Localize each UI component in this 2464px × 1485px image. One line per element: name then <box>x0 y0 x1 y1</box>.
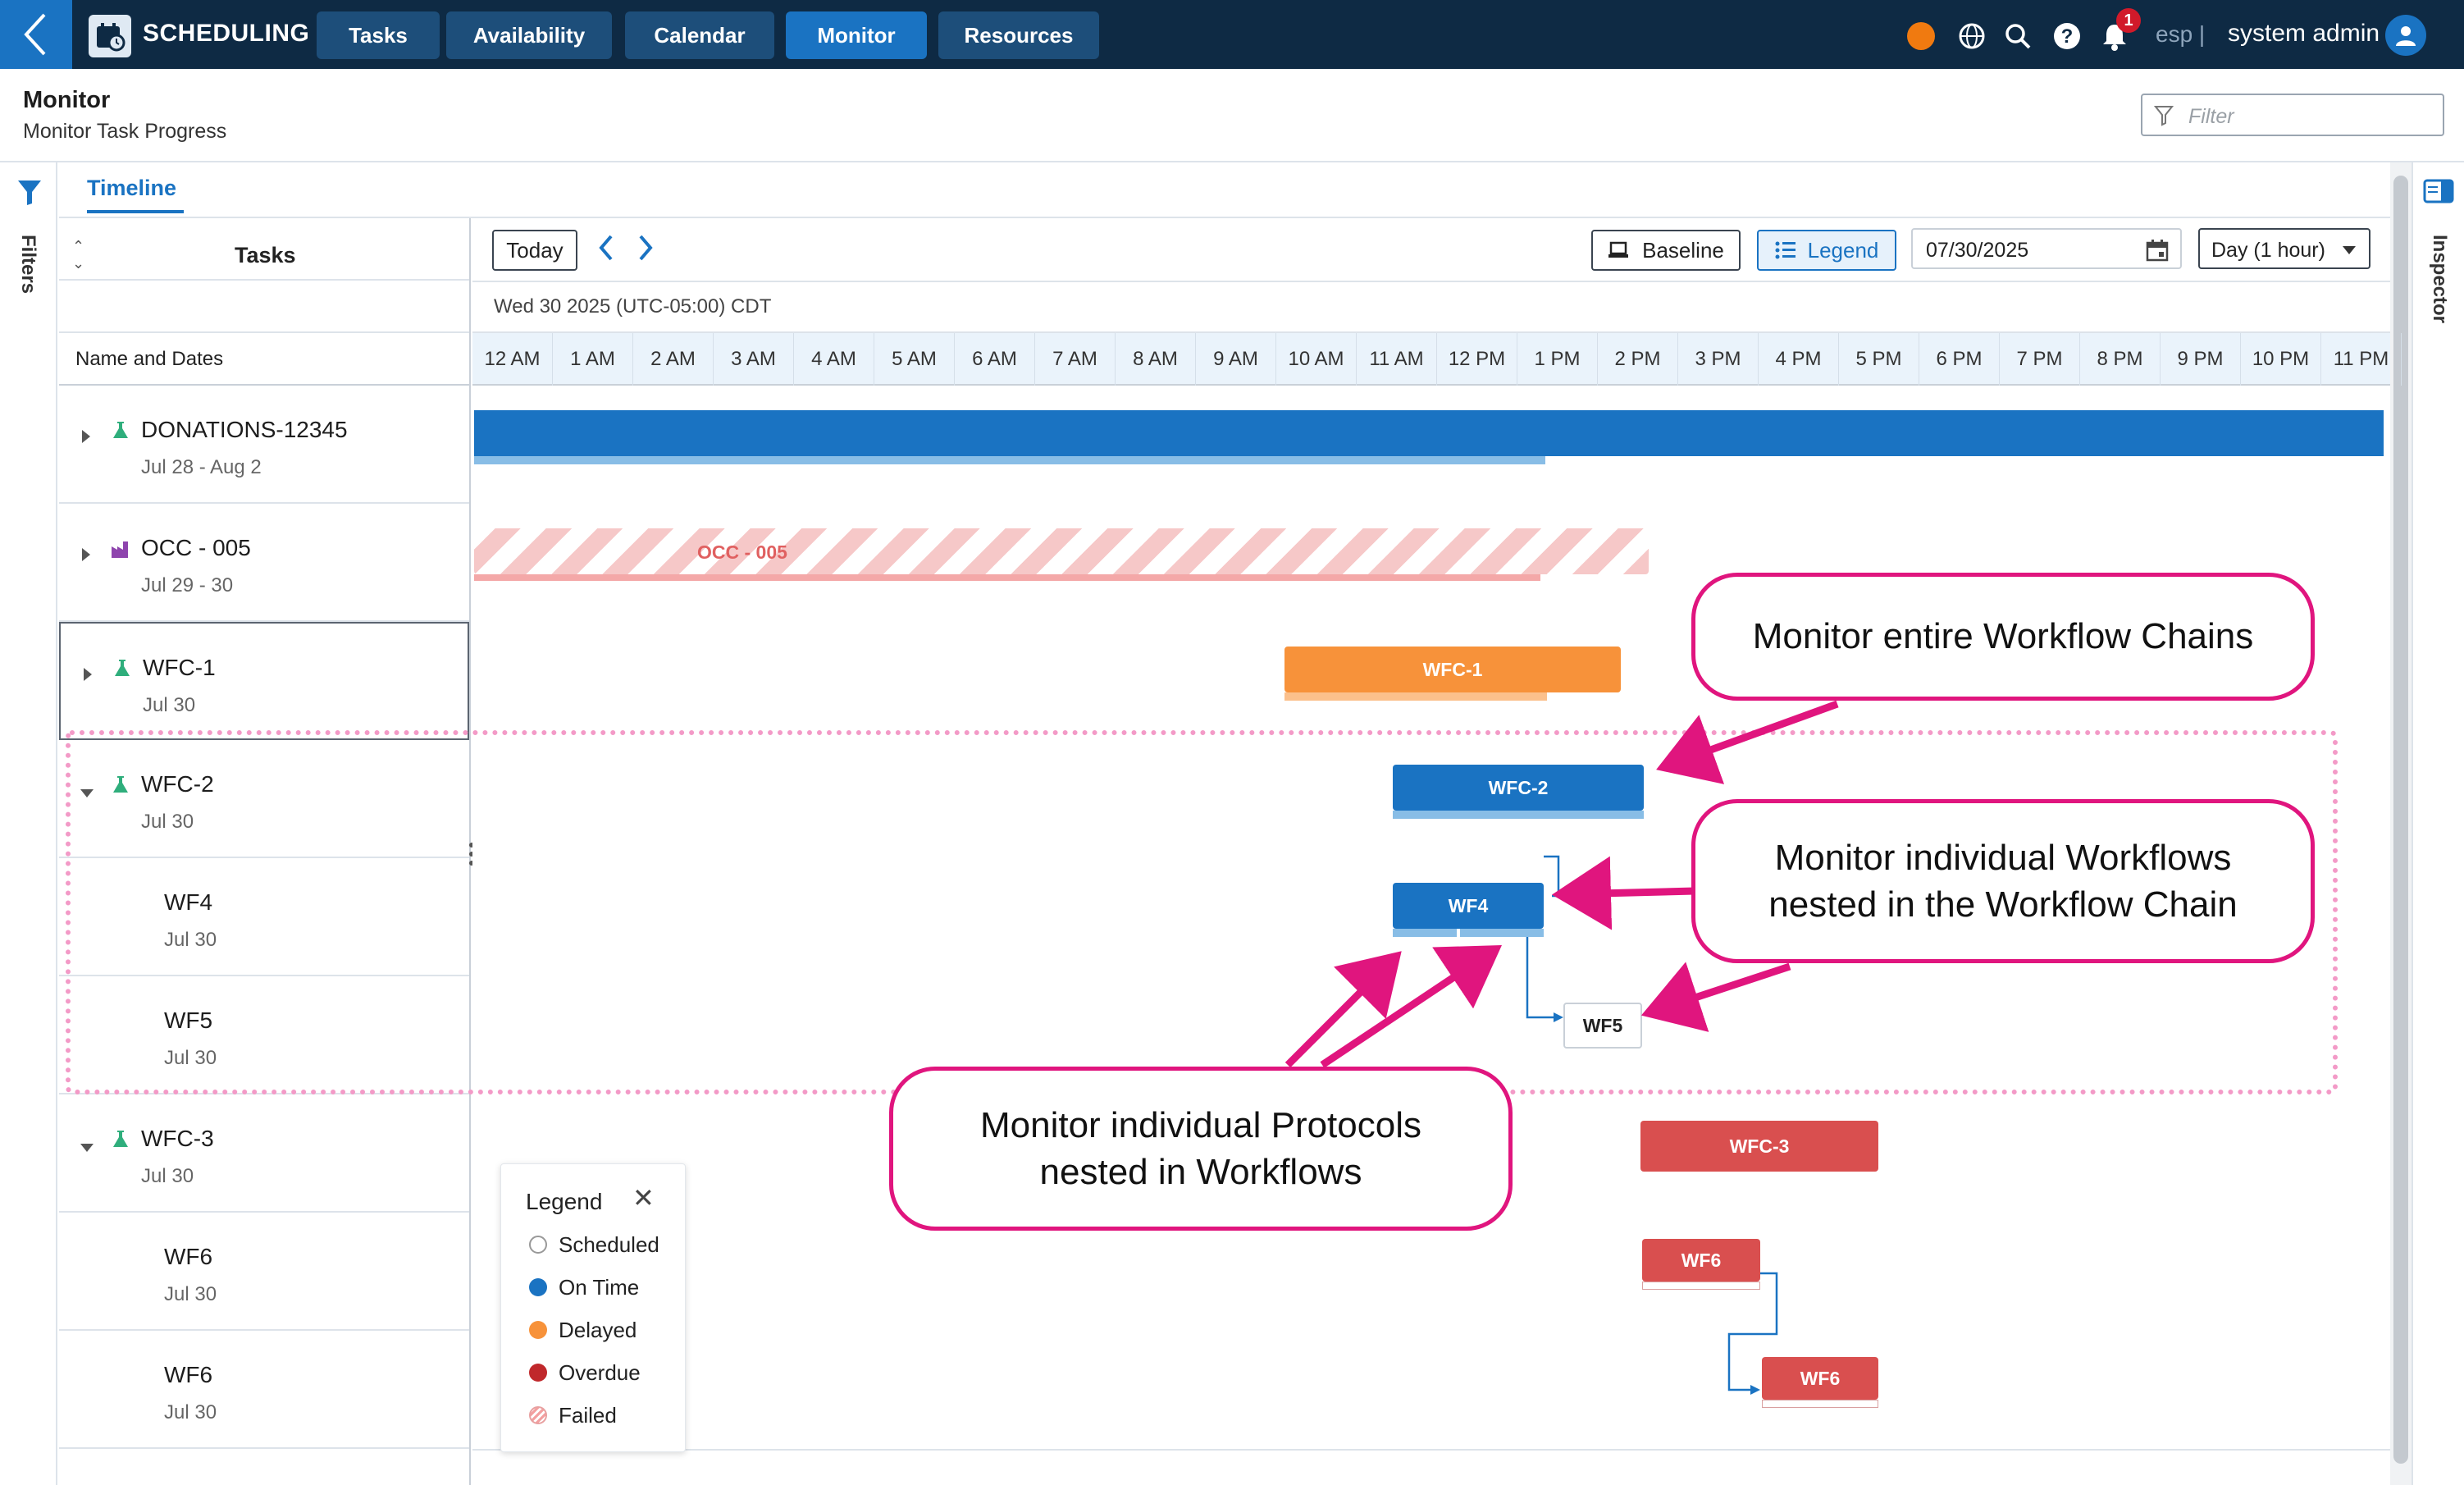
callout-workflows: Monitor individual Workflows nested in t… <box>1691 799 2315 963</box>
arrow-to-wf4 <box>1552 856 1695 930</box>
legend-label: Scheduled <box>559 1231 659 1257</box>
legend-label: Delayed <box>559 1317 637 1342</box>
arrow-to-wf5 <box>1640 962 1791 1032</box>
callout-arrows <box>1284 700 1839 1068</box>
legend-title: Legend <box>526 1189 603 1214</box>
delayed-swatch <box>529 1321 547 1339</box>
legend-item-failed: Failed <box>529 1399 617 1432</box>
legend-item-overdue: Overdue <box>529 1356 641 1389</box>
legend-label: Failed <box>559 1402 617 1428</box>
callout-protocols: Monitor individual Protocols nested in W… <box>889 1067 1513 1231</box>
close-icon[interactable]: ✕ <box>632 1182 655 1213</box>
failed-swatch <box>529 1406 547 1424</box>
legend-panel: Legend ✕ Scheduled On Time Delayed Overd… <box>500 1163 686 1452</box>
legend-item-on-time: On Time <box>529 1271 639 1304</box>
overdue-swatch <box>529 1364 547 1382</box>
legend-item-delayed: Delayed <box>529 1314 637 1346</box>
legend-label: On Time <box>559 1274 640 1300</box>
legend-label: Overdue <box>559 1359 641 1385</box>
arrow-to-wfc2 <box>1656 700 1839 784</box>
legend-item-scheduled: Scheduled <box>529 1228 659 1261</box>
scheduled-swatch <box>529 1236 547 1254</box>
callout-workflow-chains: Monitor entire Workflow Chains <box>1691 573 2315 701</box>
on-time-swatch <box>529 1278 547 1296</box>
